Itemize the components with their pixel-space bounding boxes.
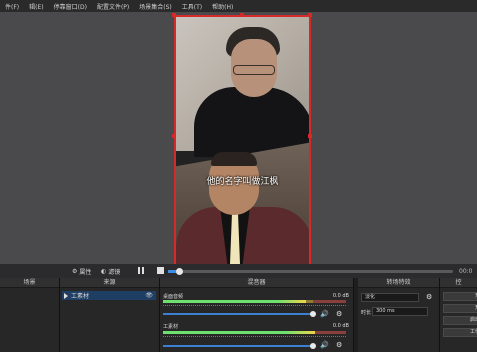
resize-handle-r[interactable]	[308, 134, 312, 138]
preview-area[interactable]: 他的名字叫做江枫	[0, 12, 477, 272]
mixer-channel-1-fader[interactable]	[163, 313, 313, 315]
pause-icon[interactable]	[138, 267, 144, 274]
studio-mode-button[interactable]: 工作	[443, 328, 477, 337]
menu-scene-collection[interactable]: 场景集合(S)	[134, 2, 177, 11]
play-source-icon[interactable]	[64, 292, 68, 299]
seek-knob[interactable]	[176, 268, 183, 275]
mixer-channel-2-fader-knob[interactable]	[310, 343, 316, 349]
mixer-channel-2-fader[interactable]	[163, 345, 313, 347]
mixer-channel-1-scale	[163, 305, 346, 309]
menu-bar: 件(F) 辑(E) 停靠窗口(D) 配置文件(P) 场景集合(S) 工具(T) …	[0, 0, 477, 12]
gear-icon: ⚙	[72, 268, 78, 275]
menu-file[interactable]: 件(F)	[0, 2, 24, 11]
source-item[interactable]: 工素材 👁	[62, 291, 156, 300]
time-display: 00:0	[459, 268, 473, 275]
transitions-dock: 转场特效 淡化 ⚙ 时长 300 ms	[358, 278, 440, 352]
mixer-channel-2-db: 0.0 dB	[332, 323, 349, 329]
gear-icon[interactable]: ⚙	[336, 341, 342, 349]
scenes-dock: 场景	[0, 278, 60, 352]
speaker-icon[interactable]: 🔊	[320, 310, 329, 318]
duration-label: 时长	[361, 310, 372, 316]
filters-label: 滤镜	[108, 269, 121, 276]
mixer-channel-1-name: 桌面音频	[163, 294, 184, 300]
properties-label: 属性	[79, 269, 92, 276]
mixer-channel-2-scale	[163, 336, 346, 340]
video-source-frame[interactable]: 他的名字叫做江枫	[174, 15, 311, 270]
resize-handle-tr[interactable]	[308, 13, 312, 17]
resize-handle-l[interactable]	[172, 134, 176, 138]
mixer-dock: 混音器 桌面音频 0.0 dB 🔊 ⚙ 工素材 0.0 dB 🔊 ⚙	[160, 278, 354, 352]
start-streaming-button[interactable]: 开	[443, 292, 477, 301]
mixer-title: 混音器	[160, 278, 353, 288]
visibility-eye-icon[interactable]: 👁	[145, 292, 153, 299]
menu-help[interactable]: 帮助(H)	[207, 2, 238, 11]
man1-glasses	[233, 65, 275, 75]
mixer-channel-2-level	[163, 331, 315, 334]
filter-icon: ◐	[101, 268, 107, 275]
video-subtitle: 他的名字叫做江枫	[206, 177, 279, 187]
duration-field[interactable]: 300 ms	[372, 307, 428, 316]
gear-icon[interactable]: ⚙	[336, 310, 342, 318]
bottom-docks: 场景 来源 工素材 👁 混音器 桌面音频 0.0 dB 🔊 ⚙ 工素材 0.0 …	[0, 278, 477, 352]
menu-tools[interactable]: 工具(T)	[177, 2, 207, 11]
sources-dock: 来源 工素材 👁	[60, 278, 160, 352]
scenes-title: 场景	[0, 278, 59, 288]
mixer-channel-1-level	[163, 300, 306, 303]
controls-title: 控	[440, 278, 477, 288]
transition-select[interactable]: 淡化	[361, 293, 419, 302]
menu-docks[interactable]: 停靠窗口(D)	[49, 2, 92, 11]
source-toolbar: ⚙ 属性 ◐ 滤镜 00:0	[0, 264, 477, 278]
controls-dock: 控 开 开 启动 工作	[440, 278, 477, 352]
properties-button[interactable]: ⚙ 属性	[72, 267, 91, 276]
resize-handle-tl[interactable]	[172, 13, 176, 17]
speaker-icon[interactable]: 🔊	[320, 341, 329, 349]
mixer-channel-1-fader-knob[interactable]	[310, 311, 316, 317]
man2-hair	[211, 152, 257, 166]
mixer-channel-1-db: 0.0 dB	[332, 293, 349, 299]
start-virtualcam-button[interactable]: 启动	[443, 316, 477, 325]
menu-profile[interactable]: 配置文件(P)	[92, 2, 134, 11]
stop-icon[interactable]	[157, 267, 164, 274]
seek-bar[interactable]	[168, 270, 453, 273]
menu-edit[interactable]: 辑(E)	[24, 2, 48, 11]
transitions-title: 转场特效	[358, 278, 439, 288]
filters-button[interactable]: ◐ 滤镜	[101, 267, 120, 276]
mixer-channel-2-name: 工素材	[163, 324, 179, 330]
resize-handle-t[interactable]	[240, 13, 244, 17]
start-recording-button[interactable]: 开	[443, 304, 477, 313]
source-item-label: 工素材	[71, 293, 90, 300]
gear-icon[interactable]: ⚙	[426, 293, 432, 301]
sources-title: 来源	[60, 278, 159, 288]
